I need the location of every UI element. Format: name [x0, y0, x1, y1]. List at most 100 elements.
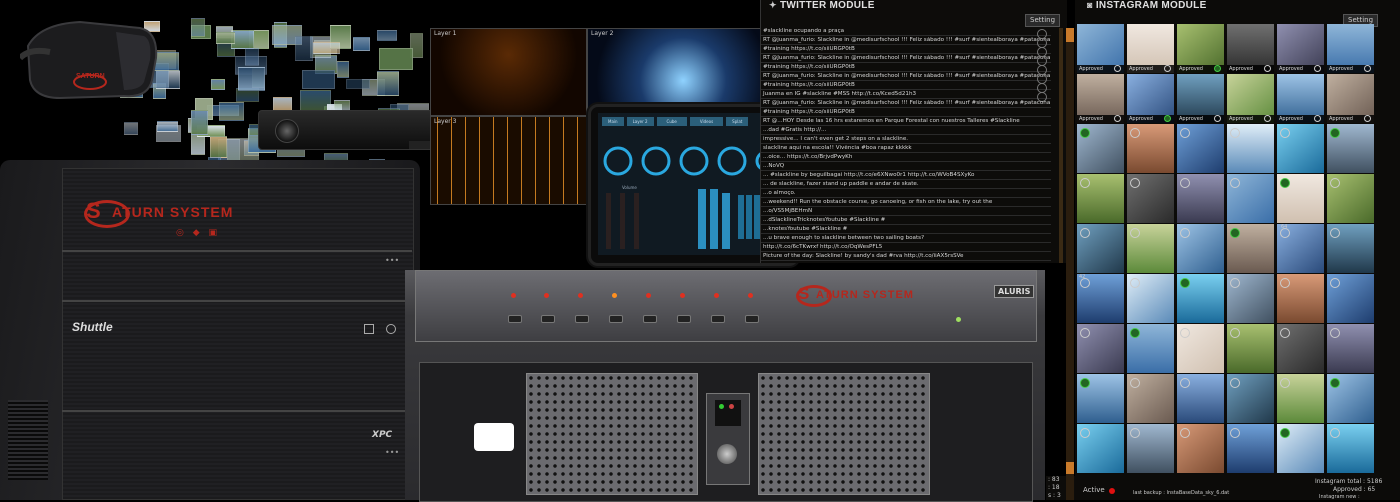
approve-checkbox[interactable]	[1080, 128, 1090, 138]
instagram-photo[interactable]: Approved	[1227, 24, 1274, 73]
instagram-photo[interactable]: Approved	[1177, 74, 1224, 123]
instagram-photo[interactable]	[1127, 274, 1174, 323]
instagram-photo[interactable]	[1127, 224, 1174, 273]
approve-checkbox[interactable]	[1280, 278, 1290, 288]
approve-checkbox[interactable]	[1130, 228, 1140, 238]
instagram-photo[interactable]	[1177, 324, 1224, 373]
instagram-photo[interactable]	[1277, 274, 1324, 323]
instagram-photo[interactable]	[1077, 124, 1124, 173]
tablet-tab-videos[interactable]: Videos	[689, 117, 724, 126]
instagram-photo[interactable]	[1327, 224, 1374, 273]
approve-checkbox[interactable]	[1280, 378, 1290, 388]
instagram-photo[interactable]: Approved	[1127, 24, 1174, 73]
instagram-photo[interactable]	[1227, 124, 1274, 173]
instagram-photo[interactable]	[1277, 224, 1324, 273]
tweet-row[interactable]: ...o almoço.	[761, 190, 1051, 198]
fader[interactable]	[710, 189, 718, 249]
tweet-row[interactable]: RT @juanma_furio: Slackline in @medisurf…	[761, 37, 1051, 45]
approve-checkbox[interactable]	[1280, 128, 1290, 138]
approve-checkbox[interactable]	[1364, 65, 1371, 72]
approve-checkbox[interactable]	[1080, 378, 1090, 388]
tweet-row[interactable]: RT @juanma_furio: Slackline in @medisurf…	[761, 100, 1051, 108]
approve-checkbox[interactable]	[1330, 328, 1340, 338]
tweet-row[interactable]: RT @...HOY Desde las 16 hrs estaremos en…	[761, 118, 1051, 126]
instagram-photo[interactable]	[1227, 324, 1274, 373]
instagram-photo[interactable]: Approved	[1127, 74, 1174, 123]
approve-checkbox[interactable]	[1180, 178, 1190, 188]
instagram-photo[interactable]	[1277, 124, 1324, 173]
instagram-photo[interactable]	[1077, 424, 1124, 473]
approve-checkbox[interactable]	[1130, 178, 1140, 188]
instagram-photo[interactable]	[1327, 324, 1374, 373]
instagram-photo[interactable]	[1127, 124, 1174, 173]
tweet-row[interactable]: #training https://t.co/siiURGP0tB	[761, 82, 1051, 90]
approve-checkbox[interactable]	[1264, 115, 1271, 122]
approve-checkbox[interactable]	[1080, 428, 1090, 438]
instagram-photo[interactable]	[1227, 224, 1274, 273]
instagram-photo[interactable]	[1227, 424, 1274, 473]
rack-button[interactable]	[711, 315, 725, 323]
approve-checkbox[interactable]	[1330, 128, 1340, 138]
instagram-scrollbar[interactable]	[1066, 28, 1074, 500]
instagram-photo[interactable]	[1077, 224, 1124, 273]
fader[interactable]	[620, 193, 625, 249]
approve-checkbox[interactable]	[1214, 65, 1221, 72]
instagram-photo[interactable]	[1277, 424, 1324, 473]
approve-checkbox[interactable]	[1280, 328, 1290, 338]
instagram-photo[interactable]	[1227, 374, 1274, 423]
instagram-photo[interactable]: Approved	[1227, 74, 1274, 123]
tweet-row[interactable]: #training https://t.co/siiURGP0tB	[761, 109, 1051, 117]
fader[interactable]	[722, 193, 730, 249]
instagram-photo[interactable]	[1177, 374, 1224, 423]
tweet-row[interactable]: impressive... I can't even get 2 steps o…	[761, 136, 1051, 144]
approve-checkbox[interactable]	[1230, 178, 1240, 188]
instagram-photo[interactable]	[1327, 124, 1374, 173]
approve-checkbox[interactable]	[1230, 328, 1240, 338]
instagram-photo[interactable]	[1277, 324, 1324, 373]
approve-checkbox[interactable]	[1180, 278, 1190, 288]
approve-checkbox[interactable]	[1180, 128, 1190, 138]
approve-checkbox[interactable]	[1364, 115, 1371, 122]
tweet-row[interactable]: ...knotesYoutube #Slackline #	[761, 226, 1051, 234]
rack-button[interactable]	[745, 315, 759, 323]
approve-checkbox[interactable]	[1314, 115, 1321, 122]
tablet-tab-splat[interactable]: Splat	[726, 117, 749, 126]
tablet-tab-cube[interactable]: Cube	[656, 117, 687, 126]
approve-checkbox[interactable]	[1130, 378, 1140, 388]
instagram-photo[interactable]: Approved	[1077, 24, 1124, 73]
tweet-row[interactable]: Juanma en IG #slackline #MSS http://t.co…	[761, 91, 1051, 99]
approve-checkbox[interactable]	[1130, 328, 1140, 338]
approve-checkbox[interactable]	[1230, 128, 1240, 138]
instagram-photo[interactable]	[1277, 374, 1324, 423]
layer-2-preview[interactable]: Layer 2	[587, 28, 762, 116]
instagram-photo[interactable]	[1177, 224, 1224, 273]
approve-checkbox[interactable]	[1180, 428, 1190, 438]
instagram-photo[interactable]: Approved	[1327, 24, 1374, 73]
rack-button[interactable]	[643, 315, 657, 323]
tweet-row[interactable]: #training https://t.co/siiURGP0tB	[761, 64, 1051, 72]
rack-button[interactable]	[541, 315, 555, 323]
tweet-row[interactable]: ... de slackline, fazer stand up paddle …	[761, 181, 1051, 189]
approve-checkbox[interactable]	[1164, 65, 1171, 72]
power-button[interactable]	[386, 324, 396, 334]
instagram-photo[interactable]	[1077, 174, 1124, 223]
tweet-row[interactable]: Picture of the day: Slackline! by sandy'…	[761, 253, 1051, 261]
tweet-row[interactable]: http://t.co/6cTKwrxf http://t.co/OqWesPF…	[761, 244, 1051, 252]
instagram-photo[interactable]: Approved	[1327, 74, 1374, 123]
tweet-row[interactable]: ... #slackline by beguilbagai http://t.c…	[761, 172, 1051, 180]
instagram-photo[interactable]: Approved	[1277, 74, 1324, 123]
layer-3-preview[interactable]: Layer 3	[430, 116, 587, 205]
approve-checkbox[interactable]	[1114, 115, 1121, 122]
approve-checkbox[interactable]	[1080, 228, 1090, 238]
rack-button[interactable]	[677, 315, 691, 323]
tweet-row[interactable]: slackline aqui na escola!! Vivência #boa…	[761, 145, 1051, 153]
tweet-row[interactable]: ...NoVQ	[761, 163, 1051, 171]
tweet-row[interactable]: #training https://t.co/siiURGP0tB	[761, 46, 1051, 54]
rack-button[interactable]	[508, 315, 522, 323]
approve-checkbox[interactable]	[1130, 278, 1140, 288]
instagram-photo[interactable]	[1127, 324, 1174, 373]
approve-checkbox[interactable]	[1230, 228, 1240, 238]
fader[interactable]	[698, 189, 706, 249]
instagram-photo[interactable]	[1327, 174, 1374, 223]
approve-checkbox[interactable]	[1280, 178, 1290, 188]
